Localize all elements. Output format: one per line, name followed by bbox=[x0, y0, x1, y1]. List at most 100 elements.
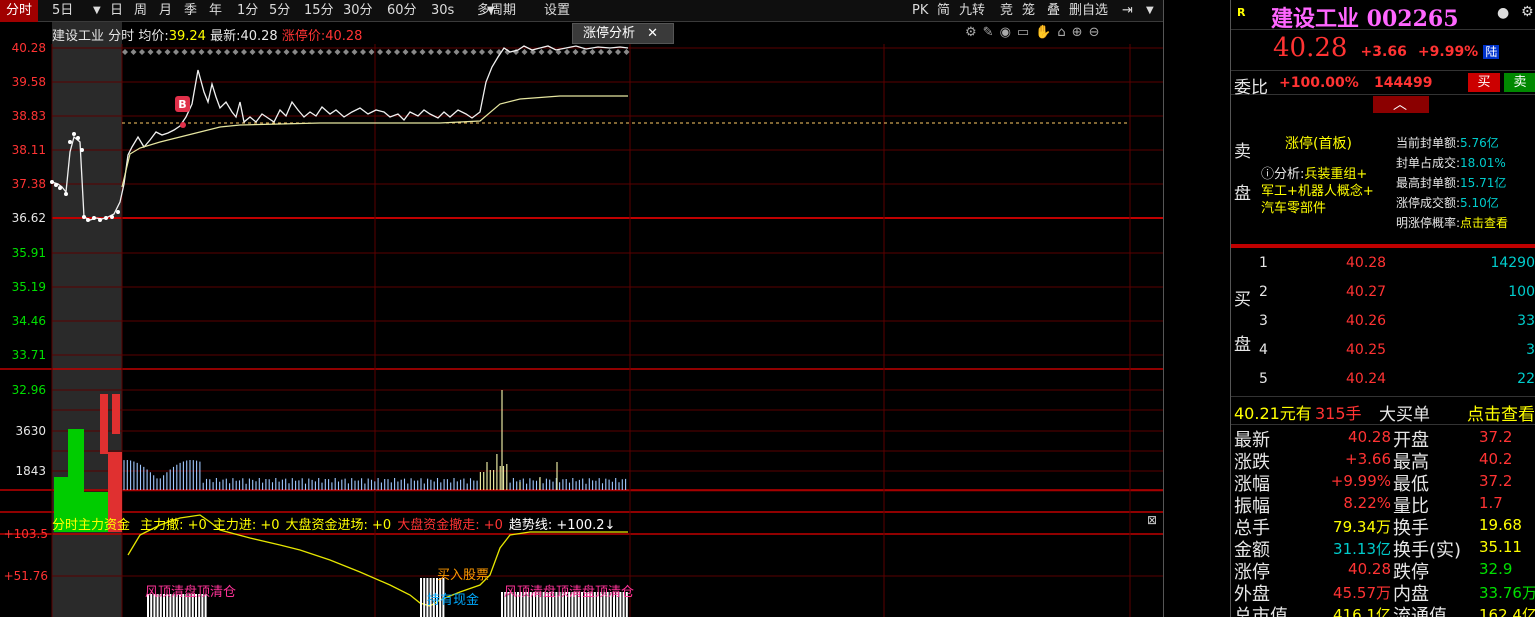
period-tab-7[interactable]: 1分 bbox=[233, 0, 262, 22]
eye-icon[interactable]: ◉ bbox=[1000, 25, 1017, 40]
tool-item-4[interactable]: 笼 bbox=[1020, 0, 1037, 22]
settings-icon[interactable]: ⚙ bbox=[1521, 4, 1534, 20]
book-level: 1 bbox=[1259, 255, 1268, 271]
concept-list[interactable]: ⓘ分析:兵装重组+ 军工+机器人概念+ 汽车零部件 bbox=[1261, 166, 1391, 217]
tool-item-6[interactable]: 删自选 bbox=[1067, 0, 1110, 22]
signal-annotation: 风顶清盘顶清仓 bbox=[145, 584, 236, 600]
exit-icon[interactable]: ⇥ bbox=[1122, 0, 1133, 22]
big-order-price: 40.21元有 bbox=[1234, 404, 1312, 423]
info-icon[interactable]: ● bbox=[1497, 5, 1509, 21]
period-tab-6[interactable]: 年 bbox=[205, 0, 226, 22]
quote-value: 40.2 bbox=[1479, 450, 1513, 468]
auction-volume-red bbox=[100, 394, 108, 454]
book-level: 4 bbox=[1259, 342, 1268, 358]
volume-bars-highlight bbox=[479, 390, 558, 490]
chevron-up-icon[interactable]: ︿ bbox=[1393, 94, 1407, 114]
book-level: 5 bbox=[1259, 371, 1268, 387]
period-tab-11[interactable]: 60分 bbox=[383, 0, 421, 22]
weibi-value: +100.00% bbox=[1279, 75, 1359, 91]
sell-button[interactable]: 卖 bbox=[1504, 73, 1535, 92]
period-tab-3[interactable]: 周 bbox=[130, 0, 151, 22]
big-order-row[interactable]: 40.21元有 315手 大买单 点击查看 bbox=[1231, 396, 1535, 425]
big-order-label: 大买单 bbox=[1379, 405, 1430, 425]
stock-title: 建设工业 002265 bbox=[1271, 6, 1459, 32]
book-separator bbox=[1231, 244, 1535, 248]
period-tab-9[interactable]: 15分 bbox=[300, 0, 338, 22]
limit-analysis-tab[interactable]: 涨停分析 ✕ bbox=[572, 23, 674, 44]
limit-info-box: 卖 盘 涨停(首板) ⓘ分析:兵装重组+ 军工+机器人概念+ 汽车零部件 当前封… bbox=[1231, 113, 1535, 246]
stock-title-bar: R 建设工业 002265 ● ⚙ bbox=[1231, 0, 1535, 32]
tool-item-1[interactable]: 简 bbox=[935, 0, 952, 22]
quote-value: 40.28 bbox=[1348, 560, 1391, 578]
limit-stat-value[interactable]: 点击查看 bbox=[1460, 216, 1508, 230]
quote-value: 1.7 bbox=[1479, 494, 1503, 512]
tool-item-2[interactable]: 九转 bbox=[957, 0, 987, 22]
indicator-field-0: 主力撤: +0 bbox=[140, 518, 207, 533]
big-order-link[interactable]: 点击查看 bbox=[1467, 400, 1535, 425]
book-price: 40.27 bbox=[1346, 284, 1387, 300]
limit-stat-label: 涨停成交额: bbox=[1396, 196, 1461, 210]
quote-value: 416.1亿 bbox=[1333, 606, 1391, 617]
zoom-out-icon[interactable]: ⊖ bbox=[1089, 25, 1106, 40]
book-level: 2 bbox=[1259, 284, 1268, 300]
book-volume: 3 bbox=[1526, 342, 1535, 358]
buy-marker-label: B bbox=[178, 98, 186, 111]
price-axis-tick: 35.91 bbox=[12, 246, 46, 260]
quote-row: 涨幅 +9.99% 最低 37.2 bbox=[1231, 470, 1535, 495]
book-volume: 14290 bbox=[1490, 255, 1535, 271]
tool-item-0[interactable]: PK bbox=[910, 0, 930, 22]
quote-value: 19.68 bbox=[1479, 516, 1522, 534]
quote-row: 外盘 45.57万 内盘 33.76万 bbox=[1231, 580, 1535, 605]
signal-annotation: 风顶清盘顶清盘顶清仓 bbox=[504, 584, 634, 600]
book-volume: 22 bbox=[1517, 371, 1535, 387]
big-order-volume: 315手 bbox=[1315, 404, 1362, 423]
period-tab-2[interactable]: 日 bbox=[106, 0, 127, 22]
tool-item-3[interactable]: 竞 bbox=[998, 0, 1015, 22]
limit-stat-value: 18.01% bbox=[1460, 156, 1506, 170]
weibi-row: 委比 +100.00% 144499 买 卖 bbox=[1231, 70, 1535, 98]
dropdown-arrow-icon[interactable]: ▼ bbox=[487, 0, 495, 22]
hand-icon[interactable]: ✋ bbox=[1035, 25, 1057, 40]
price-row: 40.28 +3.66 +9.99% 陆 bbox=[1273, 33, 1500, 63]
book-volume: 33 bbox=[1517, 313, 1535, 329]
price-axis-tick: 33.71 bbox=[12, 348, 46, 362]
dropdown-arrow-icon[interactable]: ▼ bbox=[93, 0, 101, 22]
period-tab-1[interactable]: 5日 bbox=[48, 0, 77, 22]
sell-side-label-1: 卖 bbox=[1234, 142, 1251, 162]
close-indicator-icon[interactable]: ⊠ bbox=[1147, 513, 1157, 527]
book-volume: 100 bbox=[1508, 284, 1535, 300]
period-tab-0[interactable]: 分时 bbox=[0, 0, 39, 22]
period-tab-4[interactable]: 月 bbox=[155, 0, 176, 22]
settings-icon[interactable]: ⚙ bbox=[965, 25, 983, 40]
collapse-toggle[interactable]: ︿ bbox=[1373, 96, 1429, 113]
buy-side-label-1: 买 bbox=[1234, 290, 1251, 310]
quote-value: +3.66 bbox=[1345, 450, 1391, 468]
auction-volume-green bbox=[68, 429, 84, 477]
lock-icon[interactable]: ⌂ bbox=[1057, 25, 1071, 40]
limit-stat-value: 15.71亿 bbox=[1460, 176, 1507, 190]
indicator-field-2: 大盘资金进场: +0 bbox=[285, 518, 392, 533]
limit-stat-value: 5.76亿 bbox=[1460, 136, 1499, 150]
quote-value: 31.13亿 bbox=[1333, 540, 1391, 558]
period-tab-14[interactable]: 设置 bbox=[540, 0, 574, 22]
limit-stat-label: 明涨停概率: bbox=[1396, 216, 1461, 230]
close-icon[interactable]: ✕ bbox=[647, 26, 658, 41]
briefcase-icon[interactable]: ▭ bbox=[1017, 25, 1035, 40]
period-tab-13[interactable]: 多周期 bbox=[473, 0, 520, 22]
quote-value: 37.2 bbox=[1479, 428, 1513, 446]
period-tab-10[interactable]: 30分 bbox=[339, 0, 377, 22]
buy-button[interactable]: 买 bbox=[1468, 73, 1500, 92]
draw-pen-icon[interactable]: ✎ bbox=[983, 25, 1000, 40]
zoom-in-icon[interactable]: ⊕ bbox=[1072, 25, 1089, 40]
indicator-field-1: 主力进: +0 bbox=[212, 518, 280, 533]
price-axis-tick: 34.46 bbox=[12, 314, 46, 328]
last-label: 最新: bbox=[210, 29, 241, 44]
dropdown-arrow-icon[interactable]: ▼ bbox=[1146, 0, 1154, 22]
limit-stat-value: 5.10亿 bbox=[1460, 196, 1499, 210]
tool-item-5[interactable]: 叠 bbox=[1045, 0, 1062, 22]
period-tab-12[interactable]: 30s bbox=[427, 0, 458, 22]
period-tab-8[interactable]: 5分 bbox=[265, 0, 294, 22]
quote-row: 金额 31.13亿 换手(实) 35.11 bbox=[1231, 536, 1535, 561]
period-tab-5[interactable]: 季 bbox=[180, 0, 201, 22]
quote-row: 振幅 8.22% 量比 1.7 bbox=[1231, 492, 1535, 517]
